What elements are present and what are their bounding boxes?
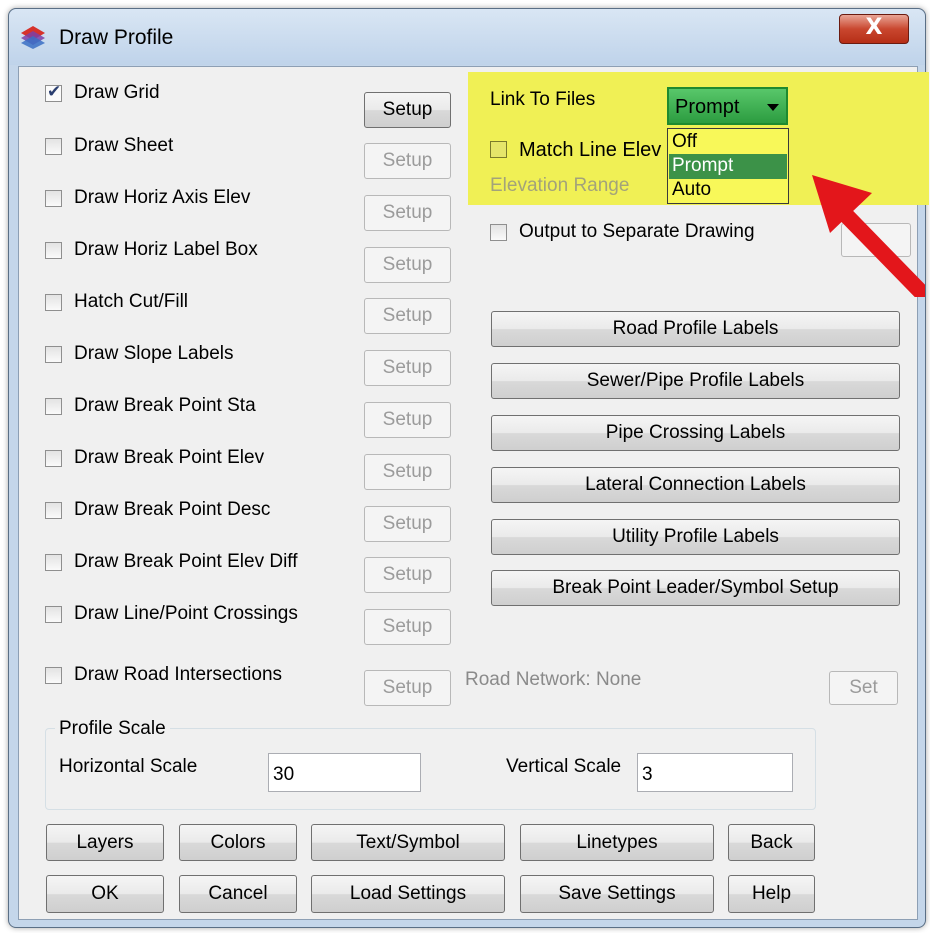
- option-row[interactable]: Hatch Cut/Fill: [45, 291, 345, 317]
- cancel-button[interactable]: Cancel: [179, 875, 297, 913]
- option-checkbox[interactable]: [45, 502, 62, 519]
- back-button[interactable]: Back: [728, 824, 815, 861]
- option-checkbox[interactable]: [45, 450, 62, 467]
- option-label: Draw Horiz Label Box: [74, 239, 258, 260]
- option-checkbox[interactable]: [45, 294, 62, 311]
- app-icon: [21, 26, 45, 49]
- option-auto[interactable]: Auto: [669, 178, 787, 203]
- option-row[interactable]: Draw Break Point Desc: [45, 499, 345, 525]
- dialog-body: ✔ Draw Grid Setup Draw Sheet Setup Draw Horiz…: [18, 66, 929, 920]
- setup-button[interactable]: Setup: [364, 195, 451, 231]
- output-separate-label: Output to Separate Drawing: [519, 221, 755, 242]
- option-label: Draw Break Point Elev: [74, 447, 265, 468]
- dialog-window: Draw Profile X ✔ Draw Grid Setup Draw Sheet…: [8, 8, 929, 928]
- option-off[interactable]: Off: [669, 130, 787, 155]
- output-separate-checkbox[interactable]: Output to Separate Drawing: [490, 221, 790, 247]
- close-icon: X: [865, 15, 883, 40]
- label-setup-button[interactable]: Pipe Crossing Labels: [491, 415, 900, 451]
- setup-button[interactable]: Setup: [364, 350, 451, 386]
- option-checkbox[interactable]: [45, 554, 62, 571]
- setup-button[interactable]: Setup: [364, 454, 451, 490]
- option-row[interactable]: Draw Horiz Label Box: [45, 239, 345, 265]
- option-row[interactable]: Draw Break Point Sta: [45, 395, 345, 421]
- option-row[interactable]: Draw Line/Point Crossings: [45, 603, 345, 629]
- horizontal-scale-label: Horizontal Scale: [59, 756, 198, 777]
- setup-button[interactable]: Setup: [364, 609, 451, 645]
- option-row[interactable]: Draw Break Point Elev Diff: [45, 551, 345, 577]
- match-line-elev-checkbox[interactable]: Match Line Elev: [490, 139, 680, 164]
- output-separate-box[interactable]: [490, 224, 507, 241]
- label-setup-button[interactable]: Lateral Connection Labels: [491, 467, 900, 503]
- option-label: Draw Line/Point Crossings: [74, 603, 298, 624]
- option-label: Draw Road Intersections: [74, 664, 283, 685]
- setup-button[interactable]: Setup: [364, 557, 451, 593]
- link-to-files-options: Off Prompt Auto: [667, 128, 789, 204]
- option-checkbox[interactable]: [45, 242, 62, 259]
- ok-button[interactable]: OK: [46, 875, 164, 913]
- option-checkbox[interactable]: [45, 190, 62, 207]
- chevron-down-icon: [767, 104, 779, 111]
- option-label: Draw Grid: [74, 82, 160, 103]
- option-row[interactable]: Draw Sheet: [45, 135, 345, 161]
- window-title: Draw Profile: [59, 26, 174, 49]
- setup-button[interactable]: Setup: [364, 298, 451, 334]
- link-to-files-label: Link To Files: [490, 89, 596, 110]
- setup-button[interactable]: Setup: [364, 506, 451, 542]
- option-label: Hatch Cut/Fill: [74, 291, 189, 312]
- option-checkbox[interactable]: [45, 667, 62, 684]
- setup-button[interactable]: Setup: [364, 143, 451, 179]
- option-row[interactable]: Draw Slope Labels: [45, 343, 345, 369]
- red-arrow-annotation: [812, 175, 925, 297]
- setup-button[interactable]: Setup: [364, 92, 451, 128]
- setup-button[interactable]: Setup: [364, 247, 451, 283]
- option-prompt[interactable]: Prompt: [669, 154, 787, 179]
- close-button[interactable]: X: [839, 14, 909, 44]
- option-label: Draw Break Point Desc: [74, 499, 271, 520]
- option-checkbox[interactable]: ✔: [45, 82, 62, 102]
- setup-button[interactable]: Setup: [364, 402, 451, 438]
- match-line-elev-label: Match Line Elev: [519, 139, 662, 161]
- option-row[interactable]: Draw Horiz Axis Elev: [45, 187, 345, 213]
- road-network-label: Road Network: None: [465, 669, 642, 690]
- label-setup-button[interactable]: Road Profile Labels: [491, 311, 900, 347]
- option-label: Draw Slope Labels: [74, 343, 234, 364]
- setup-button[interactable]: Setup: [364, 670, 451, 706]
- link-to-files-value: Prompt: [675, 96, 740, 118]
- load-settings-button[interactable]: Load Settings: [311, 875, 505, 913]
- option-label: Draw Break Point Sta: [74, 395, 256, 416]
- linetypes-button[interactable]: Linetypes: [520, 824, 714, 861]
- horizontal-scale-input[interactable]: 30: [268, 753, 421, 792]
- option-row[interactable]: ✔ Draw Grid: [45, 82, 345, 108]
- layers-button[interactable]: Layers: [46, 824, 164, 861]
- option-label: Draw Sheet: [74, 135, 174, 156]
- label-setup-button[interactable]: Utility Profile Labels: [491, 519, 900, 555]
- option-checkbox[interactable]: [45, 606, 62, 623]
- option-checkbox[interactable]: [45, 398, 62, 415]
- checkmark-icon: ✔: [47, 82, 62, 102]
- label-setup-button[interactable]: Sewer/Pipe Profile Labels: [491, 363, 900, 399]
- option-checkbox[interactable]: [45, 138, 62, 155]
- option-checkbox[interactable]: [45, 346, 62, 363]
- label-setup-button[interactable]: Break Point Leader/Symbol Setup: [491, 570, 900, 606]
- vertical-scale-label: Vertical Scale: [506, 756, 622, 777]
- option-label: Draw Break Point Elev Diff: [74, 551, 298, 572]
- vertical-scale-input[interactable]: 3: [637, 753, 793, 792]
- help-button[interactable]: Help: [728, 875, 815, 913]
- elevation-range-label: Elevation Range: [490, 175, 630, 196]
- option-label: Draw Horiz Axis Elev: [74, 187, 251, 208]
- profile-scale-label: Profile Scale: [55, 718, 170, 740]
- road-network-set-button[interactable]: Set: [829, 671, 898, 705]
- link-to-files-select[interactable]: Prompt: [667, 87, 788, 125]
- match-line-elev-box[interactable]: [490, 141, 507, 158]
- option-row[interactable]: Draw Road Intersections: [45, 664, 345, 690]
- text-symbol-button[interactable]: Text/Symbol: [311, 824, 505, 861]
- save-settings-button[interactable]: Save Settings: [520, 875, 714, 913]
- colors-button[interactable]: Colors: [179, 824, 297, 861]
- title-bar[interactable]: Draw Profile X: [9, 9, 925, 65]
- option-row[interactable]: Draw Break Point Elev: [45, 447, 345, 473]
